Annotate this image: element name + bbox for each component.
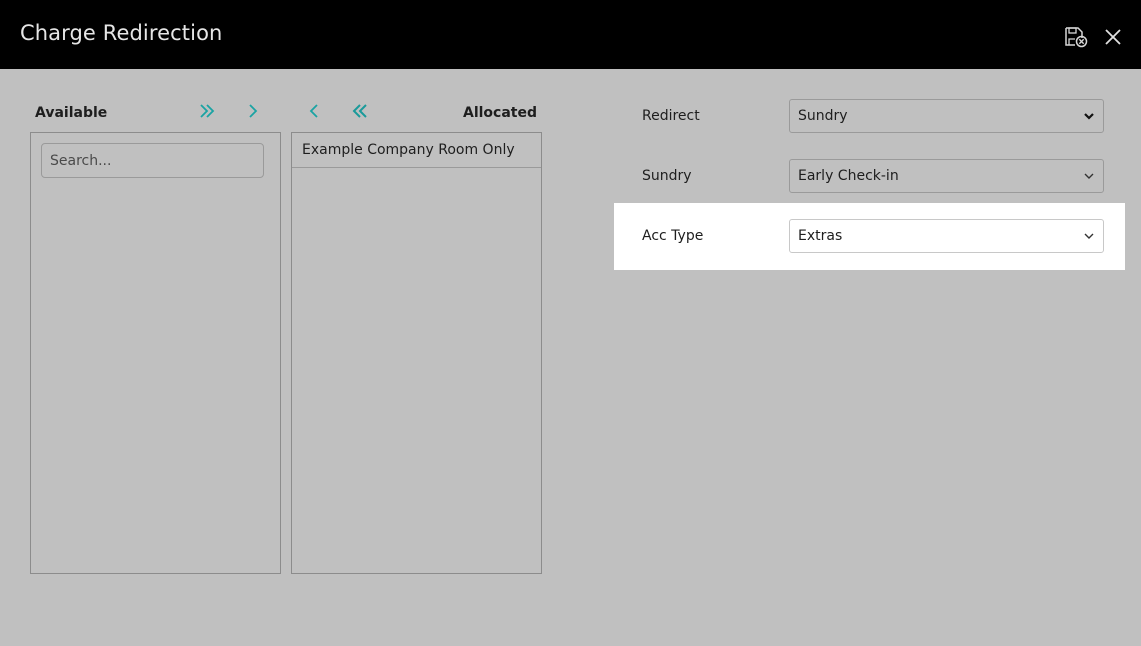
- allocated-list[interactable]: Example Company Room Only: [291, 132, 542, 574]
- chevron-left-icon: [309, 104, 318, 118]
- window-title: Charge Redirection: [20, 21, 223, 45]
- chevron-down-icon: [1084, 113, 1094, 120]
- search-input[interactable]: [41, 143, 264, 178]
- chevron-down-icon: [1084, 173, 1094, 179]
- redirect-value: Sundry: [798, 108, 848, 124]
- available-title: Available: [35, 105, 108, 121]
- double-chevron-right-icon: [200, 104, 215, 118]
- allocated-title: Allocated: [462, 105, 537, 121]
- add-selected-button[interactable]: [242, 100, 264, 122]
- list-item[interactable]: Example Company Room Only: [292, 133, 541, 168]
- save-clear-button[interactable]: [1063, 24, 1089, 50]
- sundry-select[interactable]: Early Check-in: [789, 159, 1104, 193]
- add-all-button[interactable]: [196, 100, 218, 122]
- sundry-label: Sundry: [642, 168, 692, 184]
- available-list[interactable]: [30, 132, 281, 574]
- chevron-right-icon: [249, 104, 258, 118]
- acc-type-label: Acc Type: [642, 228, 704, 244]
- double-chevron-left-icon: [352, 104, 367, 118]
- close-icon: [1105, 29, 1121, 45]
- redirect-label: Redirect: [642, 108, 700, 124]
- close-button[interactable]: [1100, 24, 1126, 50]
- window-header: Charge Redirection: [0, 0, 1141, 69]
- chevron-down-icon: [1084, 233, 1094, 239]
- remove-all-button[interactable]: [349, 100, 371, 122]
- remove-selected-button[interactable]: [303, 100, 325, 122]
- acc-type-select[interactable]: Extras: [789, 219, 1104, 253]
- acc-type-value: Extras: [798, 228, 843, 244]
- save-clear-icon: [1065, 27, 1088, 48]
- redirect-select[interactable]: Sundry: [789, 99, 1104, 133]
- sundry-value: Early Check-in: [798, 168, 899, 184]
